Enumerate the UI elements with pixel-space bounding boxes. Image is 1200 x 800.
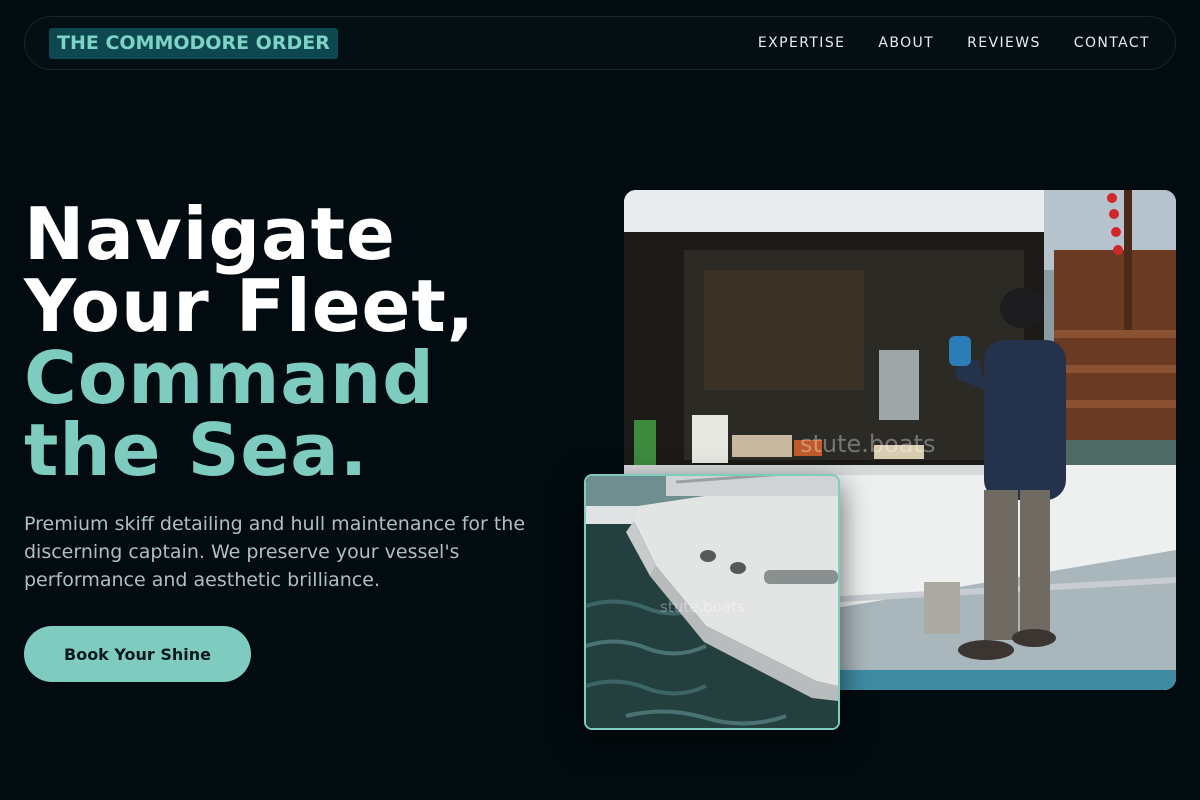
- headline-line-3: Command: [24, 336, 435, 420]
- top-navigation: THE COMMODORE ORDER EXPERTISE ABOUT REVI…: [24, 16, 1176, 70]
- nav-link-about[interactable]: ABOUT: [878, 35, 934, 51]
- small-photo-watermark: stute.boats: [660, 598, 745, 616]
- headline-line-4: the Sea.: [24, 408, 369, 492]
- nav-link-contact[interactable]: CONTACT: [1074, 35, 1150, 51]
- nav-link-reviews[interactable]: REVIEWS: [967, 35, 1041, 51]
- hero-headline: Navigate Your Fleet, Command the Sea.: [24, 198, 475, 486]
- main-photo-watermark: stute.boats: [800, 430, 935, 458]
- headline-line-2: Your Fleet,: [24, 264, 476, 348]
- nav-link-expertise[interactable]: EXPERTISE: [758, 35, 845, 51]
- hero-subtitle: Premium skiff detailing and hull mainten…: [24, 513, 526, 591]
- headline-line-1: Navigate: [24, 192, 396, 276]
- book-your-shine-button[interactable]: Book Your Shine: [24, 626, 251, 682]
- yacht-bow-photo: stute.boats: [584, 474, 840, 730]
- nav-menu: EXPERTISE ABOUT REVIEWS CONTACT: [758, 35, 1150, 51]
- brand-logo[interactable]: THE COMMODORE ORDER: [49, 27, 338, 59]
